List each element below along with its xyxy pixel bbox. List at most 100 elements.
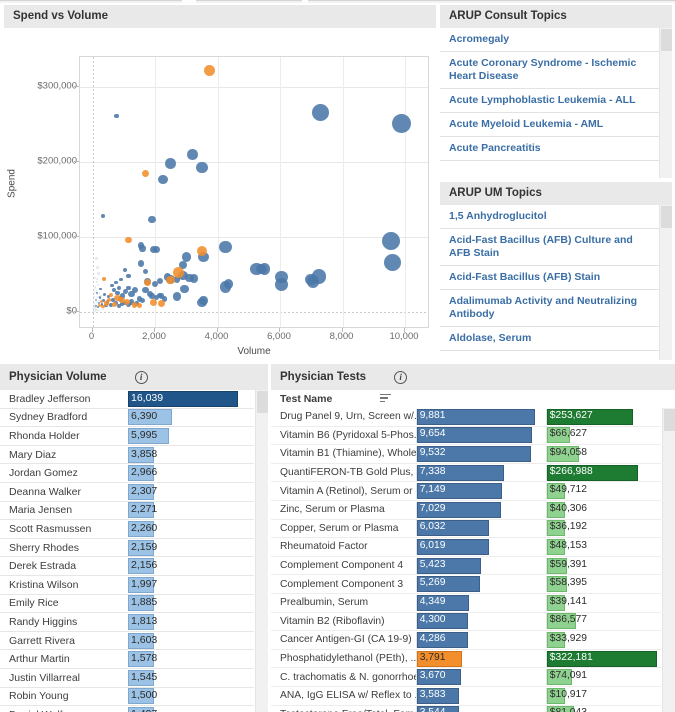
scatter-point[interactable]	[95, 278, 98, 281]
scatter-point[interactable]	[100, 214, 105, 219]
scatter-point[interactable]	[392, 113, 412, 133]
scatter-point[interactable]	[109, 293, 114, 298]
physician-test-row[interactable]: C. trachomatis & N. gonorrhoe.. 3,670 $74,…	[271, 668, 661, 687]
physician-volume-row[interactable]: Mary Diaz 3,858	[0, 446, 254, 465]
scatter-point[interactable]	[96, 266, 99, 269]
physician-volume-row[interactable]: Jordan Gomez 2,966	[0, 464, 254, 483]
scatter-point[interactable]	[110, 283, 114, 288]
scatter-point[interactable]	[180, 284, 189, 294]
physician-test-row[interactable]: Vitamin B2 (Riboflavin) 4,300 $86,577	[271, 613, 661, 632]
physician-test-row[interactable]: Phosphatidylethanol (PEth), .. 3,791 $322,…	[271, 650, 661, 669]
physician-volume-row[interactable]: Robin Young 1,500	[0, 688, 254, 707]
scatter-point[interactable]	[94, 257, 98, 260]
um-topic-link-0[interactable]: 1,5 Anhydroglucitol	[440, 205, 659, 229]
scatter-point[interactable]	[172, 292, 182, 301]
scatter-point[interactable]	[95, 281, 98, 284]
scatter-chart-area[interactable]: Spend Volume $0 $100,000 $200,000 $300,000 0…	[4, 28, 436, 358]
consult-topic-link-3[interactable]: Acute Myeloid Leukemia - AML	[440, 113, 659, 137]
physician-test-row[interactable]: ANA, IgG ELISA w/ Reflex to .. 3,583 $10,9…	[271, 687, 661, 706]
scatter-point[interactable]	[166, 275, 175, 285]
physician-volume-row[interactable]: Emily Rice 1,885	[0, 595, 254, 614]
scatter-point[interactable]	[93, 310, 96, 313]
physician-volume-scroll-thumb[interactable]	[257, 391, 268, 413]
scatter-point[interactable]	[104, 301, 109, 306]
scatter-point[interactable]	[196, 245, 208, 257]
physician-test-row[interactable]: Testosterone Free/Total, Fem..3,544$81,0…	[271, 706, 661, 712]
physician-test-row[interactable]: Complement Component 4 5,423 $59,391	[271, 557, 661, 576]
scatter-point[interactable]	[118, 277, 123, 282]
physician-test-row[interactable]: Vitamin A (Retinol), Serum or .. 7,149 $49…	[271, 482, 661, 501]
um-scrollbar[interactable]	[659, 205, 672, 360]
scatter-point[interactable]	[101, 307, 104, 310]
scatter-point[interactable]	[141, 169, 150, 178]
scatter-point[interactable]	[116, 285, 122, 290]
physician-volume-row[interactable]: Justin Villarreal 1,545	[0, 669, 254, 688]
scatter-point[interactable]	[96, 293, 99, 296]
consult-topic-link-1[interactable]: Acute Coronary Syndrome - Ischemic Heart…	[440, 52, 659, 89]
scatter-point[interactable]	[139, 297, 146, 304]
consult-topic-link-0[interactable]: Acromegaly	[440, 28, 659, 52]
physician-test-row[interactable]: Copper, Serum or Plasma 6,032 $36,192	[271, 520, 661, 539]
scatter-point[interactable]	[275, 278, 288, 291]
scatter-point[interactable]	[148, 215, 156, 223]
physician-volume-row[interactable]: Bradley Jefferson 16,039	[0, 390, 254, 409]
scatter-point[interactable]	[199, 296, 208, 305]
scatter-point[interactable]	[94, 285, 97, 288]
consult-topic-link-2[interactable]: Acute Lymphoblastic Leukemia - ALL	[440, 89, 659, 113]
um-topic-link-1[interactable]: Acid-Fast Bacillus (AFB) Culture and AFB…	[440, 229, 659, 266]
scatter-point[interactable]	[149, 245, 158, 254]
scatter-point[interactable]	[114, 295, 121, 302]
scatter-point[interactable]	[312, 104, 330, 121]
scatter-point[interactable]	[223, 279, 234, 289]
um-scroll-thumb[interactable]	[661, 206, 672, 228]
physician-volume-row[interactable]: Daniel Wolf1,497	[0, 706, 254, 712]
test-name-column-header[interactable]: Test Name	[280, 393, 332, 405]
scatter-point[interactable]	[382, 232, 400, 250]
physician-test-row[interactable]: Zinc, Serum or Plasma 7,029 $40,306	[271, 501, 661, 520]
physician-test-row[interactable]: Vitamin B1 (Thiamine), Whole.. 9,532 $94,0…	[271, 445, 661, 464]
scatter-point[interactable]	[189, 274, 199, 283]
scatter-point[interactable]	[203, 64, 216, 77]
physician-volume-row[interactable]: Sherry Rhodes 2,159	[0, 539, 254, 558]
scatter-point[interactable]	[139, 245, 146, 252]
um-topic-link-2[interactable]: Acid-Fast Bacillus (AFB) Stain	[440, 266, 659, 290]
physician-volume-row[interactable]: Arthur Martin 1,578	[0, 650, 254, 669]
um-topic-link-3[interactable]: Adalimumab Activity and Neutralizing Ant…	[440, 290, 659, 327]
scatter-point[interactable]	[151, 280, 159, 288]
scatter-point[interactable]	[101, 297, 103, 300]
physician-volume-row[interactable]: Deanna Walker 2,307	[0, 483, 254, 502]
scatter-point[interactable]	[102, 292, 106, 296]
physician-test-row[interactable]: Drug Panel 9, Urn, Screen w/.. 9,881 $253,…	[271, 408, 661, 427]
scatter-point[interactable]	[305, 273, 318, 286]
scatter-point[interactable]	[165, 158, 176, 169]
physician-volume-row[interactable]: Kristina Wilson 1,997	[0, 576, 254, 595]
consult-scrollbar[interactable]	[659, 28, 672, 178]
physician-test-row[interactable]: Cancer Antigen-GI (CA 19-9) 4,286 $33,929	[271, 631, 661, 650]
physician-test-row[interactable]: Vitamin B6 (Pyridoxal 5-Phos.. 9,654 $66,6…	[271, 427, 661, 446]
physician-test-row[interactable]: Prealbumin, Serum 4,349 $39,141	[271, 594, 661, 613]
physician-volume-row[interactable]: Maria Jensen 2,271	[0, 502, 254, 521]
physician-volume-scrollbar[interactable]	[255, 390, 268, 712]
scatter-point[interactable]	[256, 263, 267, 275]
scatter-point[interactable]	[125, 237, 132, 244]
scatter-point[interactable]	[102, 276, 107, 281]
physician-volume-row[interactable]: Rhonda Holder 5,995	[0, 427, 254, 446]
consult-scroll-thumb[interactable]	[661, 29, 672, 51]
scatter-point[interactable]	[187, 149, 198, 160]
physician-tests-scroll-thumb[interactable]	[664, 409, 675, 431]
scatter-point[interactable]	[99, 287, 102, 291]
scatter-point[interactable]	[111, 301, 117, 307]
scatter-point[interactable]	[97, 284, 100, 287]
scatter-point[interactable]	[114, 113, 119, 118]
scatter-point[interactable]	[219, 240, 232, 254]
scatter-point[interactable]	[123, 268, 128, 273]
scatter-point[interactable]	[97, 272, 100, 275]
scatter-point[interactable]	[92, 300, 95, 303]
scatter-point[interactable]	[126, 274, 131, 279]
info-icon[interactable]: i	[134, 370, 148, 384]
physician-test-row[interactable]: Rheumatoid Factor 6,019 $48,153	[271, 538, 661, 557]
scatter-point[interactable]	[95, 300, 98, 303]
physician-volume-row[interactable]: Garrett Rivera 1,603	[0, 632, 254, 651]
scatter-plot-frame[interactable]	[79, 56, 429, 328]
physician-test-row[interactable]: Complement Component 3 5,269 $58,395	[271, 575, 661, 594]
